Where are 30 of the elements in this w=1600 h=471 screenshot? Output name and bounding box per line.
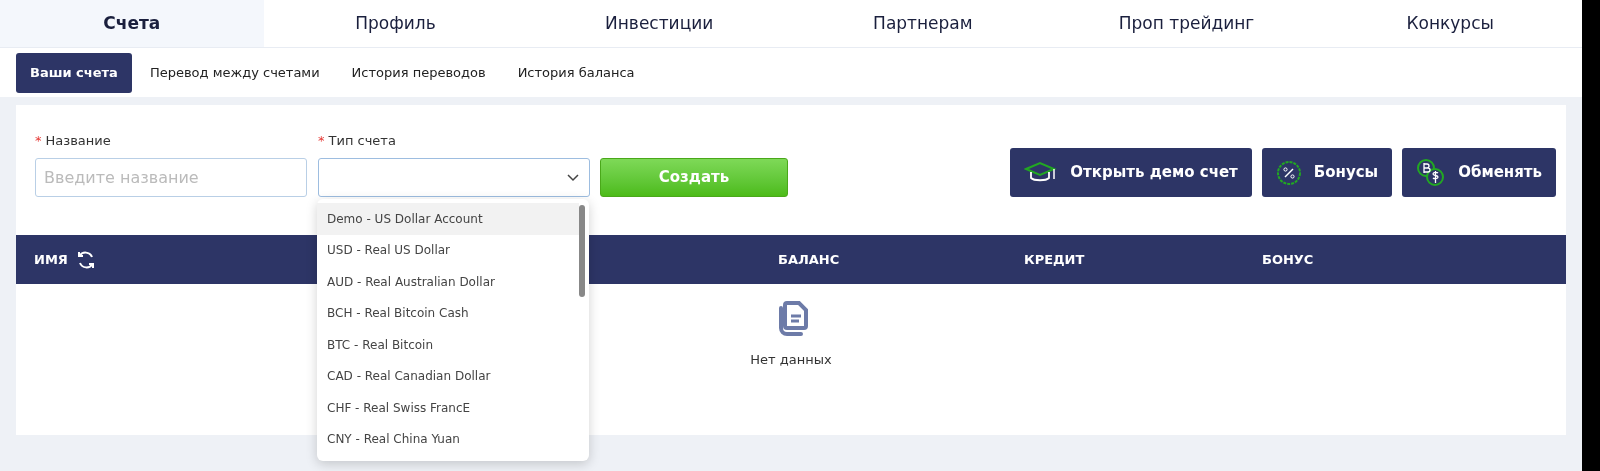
empty-message: Нет данных bbox=[750, 351, 832, 369]
dropdown-option[interactable]: Demo - US Dollar Account bbox=[317, 203, 579, 235]
dropdown-option[interactable]: BTC - Real Bitcoin bbox=[317, 329, 579, 361]
sub-tab[interactable]: История переводов bbox=[337, 52, 500, 93]
column-header: ИМЯ bbox=[34, 250, 68, 269]
sub-tab[interactable]: Перевод между счетами bbox=[135, 52, 334, 93]
dropdown-option[interactable]: USD - Real US Dollar bbox=[317, 234, 579, 266]
action-button[interactable]: Обменять bbox=[1402, 148, 1556, 197]
account-type-select[interactable] bbox=[318, 158, 590, 197]
dropdown-option[interactable]: BCH - Real Bitcoin Cash bbox=[317, 297, 579, 329]
scrollbar[interactable] bbox=[579, 205, 585, 297]
sub-tab[interactable]: Ваши счета bbox=[16, 52, 132, 93]
column-header: БАЛАНС bbox=[778, 250, 840, 269]
column-header: КРЕДИТ bbox=[1024, 250, 1085, 269]
action-button[interactable]: Бонусы bbox=[1261, 148, 1393, 197]
nav-tab[interactable]: Счета bbox=[0, 0, 264, 47]
dropdown-option[interactable]: CHF - Real Swiss FrancE bbox=[317, 392, 579, 424]
coins-icon bbox=[1416, 157, 1447, 188]
field-label: * Тип счета bbox=[318, 131, 397, 150]
action-button[interactable]: Открыть демо счет bbox=[1010, 148, 1252, 197]
dropdown-option[interactable]: CAD - Real Canadian Dollar bbox=[317, 360, 579, 392]
percent-badge-icon bbox=[1275, 159, 1302, 186]
field-label: * Название bbox=[35, 131, 112, 150]
dropdown-option[interactable]: AUD - Real Australian Dollar bbox=[317, 266, 579, 298]
dropdown-option[interactable]: CNY - Real China Yuan bbox=[317, 423, 579, 455]
sub-tab[interactable]: История баланса bbox=[503, 52, 649, 93]
refresh-icon[interactable] bbox=[75, 249, 96, 270]
chevron-down-icon bbox=[567, 173, 579, 182]
column-header: БОНУС bbox=[1262, 250, 1314, 269]
name-input[interactable]: Введите название bbox=[35, 158, 307, 197]
